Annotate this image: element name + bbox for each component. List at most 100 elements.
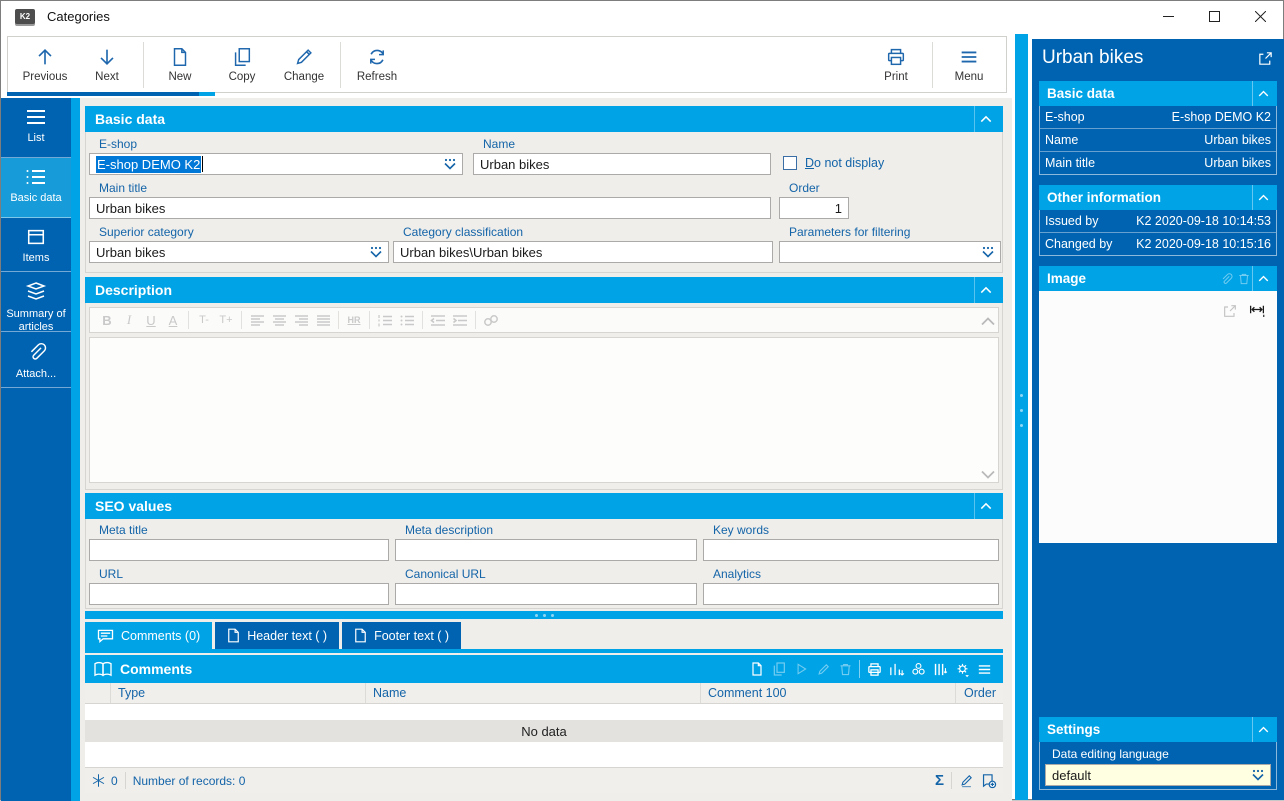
key-words-input[interactable] [703,539,999,561]
horizontal-rule-icon[interactable]: HR [344,310,364,330]
preview-image-area[interactable] [1039,291,1277,543]
arrow-up-icon [34,46,56,68]
collapse-chevron-icon[interactable] [1252,717,1273,742]
print-grid-icon[interactable] [863,658,885,680]
name-input[interactable] [473,153,771,175]
attach-image-icon[interactable] [1219,272,1233,286]
delete-record-icon[interactable] [834,658,856,680]
font-larger-icon[interactable]: T+ [216,310,236,330]
align-left-icon[interactable] [247,310,267,330]
left-sidebar: List Basic data Items Summary of article… [1,98,71,801]
align-center-icon[interactable] [269,310,289,330]
order-input[interactable] [779,197,849,219]
sidebar-item-summary-of-articles[interactable]: Summary of articles [1,272,71,332]
print-button[interactable]: Print [865,40,927,90]
sidebar-item-basic-data[interactable]: Basic data [1,158,71,218]
column-type[interactable]: Type [111,683,366,703]
refresh-button[interactable]: Refresh [346,40,408,90]
new-record-icon[interactable] [746,658,768,680]
open-image-icon[interactable] [1222,303,1238,319]
ordered-list-icon[interactable] [375,310,395,330]
font-smaller-icon[interactable]: T- [194,310,214,330]
horizontal-splitter[interactable] [85,611,1003,619]
sidebar-item-attachments[interactable]: Attach... [1,332,71,388]
next-button[interactable]: Next [76,40,138,90]
grouping-icon[interactable] [907,658,929,680]
tab-header-text[interactable]: Header text ( ) [215,622,340,649]
canonical-url-label: Canonical URL [405,567,486,581]
edit-record-icon[interactable] [812,658,834,680]
unordered-list-icon[interactable] [397,310,417,330]
chart-icon[interactable] [885,658,907,680]
column-name[interactable]: Name [366,683,701,703]
column-order[interactable]: Order [956,683,1003,703]
url-input[interactable] [89,583,389,605]
grid-menu-icon[interactable] [973,658,995,680]
dropdown-icon[interactable] [368,245,384,259]
new-button[interactable]: New [149,40,211,90]
bottom-tabs: Comments (0) Header text ( ) Footer text… [85,622,1003,649]
order-label: Order [789,181,820,195]
basic-data-panel: Basic data E-shop E-shop DEMO K2 Name Do… [85,106,1003,273]
indent-icon[interactable] [450,310,470,330]
collapse-chevron-icon[interactable] [974,277,997,303]
minimize-button[interactable] [1145,1,1191,31]
superior-category-dropdown[interactable]: Urban bikes [89,241,389,263]
parameters-label: Parameters for filtering [789,225,911,239]
main-title-input[interactable] [89,197,771,219]
settings-gear-icon[interactable] [951,658,973,680]
outdent-icon[interactable] [428,310,448,330]
k2-logo-icon: K2 [15,8,35,24]
change-button[interactable]: Change [273,40,335,90]
dropdown-icon[interactable] [980,245,996,259]
collapse-chevron-icon[interactable] [1252,266,1273,291]
do-not-display-label[interactable]: Do not display [805,156,884,170]
tab-comments[interactable]: Comments (0) [85,622,213,649]
scroll-down-icon[interactable] [980,470,996,479]
justify-icon[interactable] [313,310,333,330]
external-link-icon[interactable] [1257,50,1274,67]
vertical-splitter[interactable] [1015,34,1028,800]
tab-footer-text[interactable]: Footer text ( ) [342,622,462,649]
close-button[interactable] [1237,1,1283,31]
collapse-chevron-icon[interactable] [1252,81,1273,106]
align-right-icon[interactable] [291,310,311,330]
run-icon[interactable] [790,658,812,680]
underline-icon[interactable]: U [141,310,161,330]
copy-record-icon[interactable] [768,658,790,680]
add-note-icon[interactable] [980,772,997,789]
previous-button[interactable]: Previous [14,40,76,90]
columns-icon[interactable] [929,658,951,680]
collapse-chevron-icon[interactable] [1252,185,1273,210]
column-comment[interactable]: Comment 100 [701,683,956,703]
font-color-icon[interactable]: A [163,310,183,330]
collapse-chevron-icon[interactable] [974,493,997,519]
data-editing-language-dropdown[interactable]: default [1045,764,1271,786]
sum-icon[interactable]: Σ [935,772,944,789]
canonical-url-input[interactable] [395,583,697,605]
stretch-image-icon[interactable] [1248,303,1266,319]
link-icon[interactable] [481,310,501,330]
copy-button[interactable]: Copy [211,40,273,90]
bold-icon[interactable]: B [97,310,117,330]
dropdown-icon[interactable] [442,157,458,171]
menu-button[interactable]: Menu [938,40,1000,90]
category-classification-input[interactable] [393,241,773,263]
do-not-display-checkbox[interactable] [783,156,797,170]
dropdown-icon[interactable] [1250,768,1266,782]
scroll-up-icon[interactable] [980,317,996,326]
quick-edit-icon[interactable] [959,773,974,788]
meta-description-input[interactable] [395,539,697,561]
maximize-button[interactable] [1191,1,1237,31]
row-selector-column[interactable] [85,683,111,703]
delete-image-icon[interactable] [1237,272,1251,286]
description-editor[interactable] [89,337,999,483]
eshop-dropdown[interactable]: E-shop DEMO K2 [89,153,463,175]
analytics-input[interactable] [703,583,999,605]
collapse-chevron-icon[interactable] [974,106,997,132]
italic-icon[interactable]: I [119,310,139,330]
sidebar-item-list[interactable]: List [1,98,71,158]
parameters-dropdown[interactable] [779,241,1001,263]
meta-title-input[interactable] [89,539,389,561]
sidebar-item-items[interactable]: Items [1,218,71,272]
